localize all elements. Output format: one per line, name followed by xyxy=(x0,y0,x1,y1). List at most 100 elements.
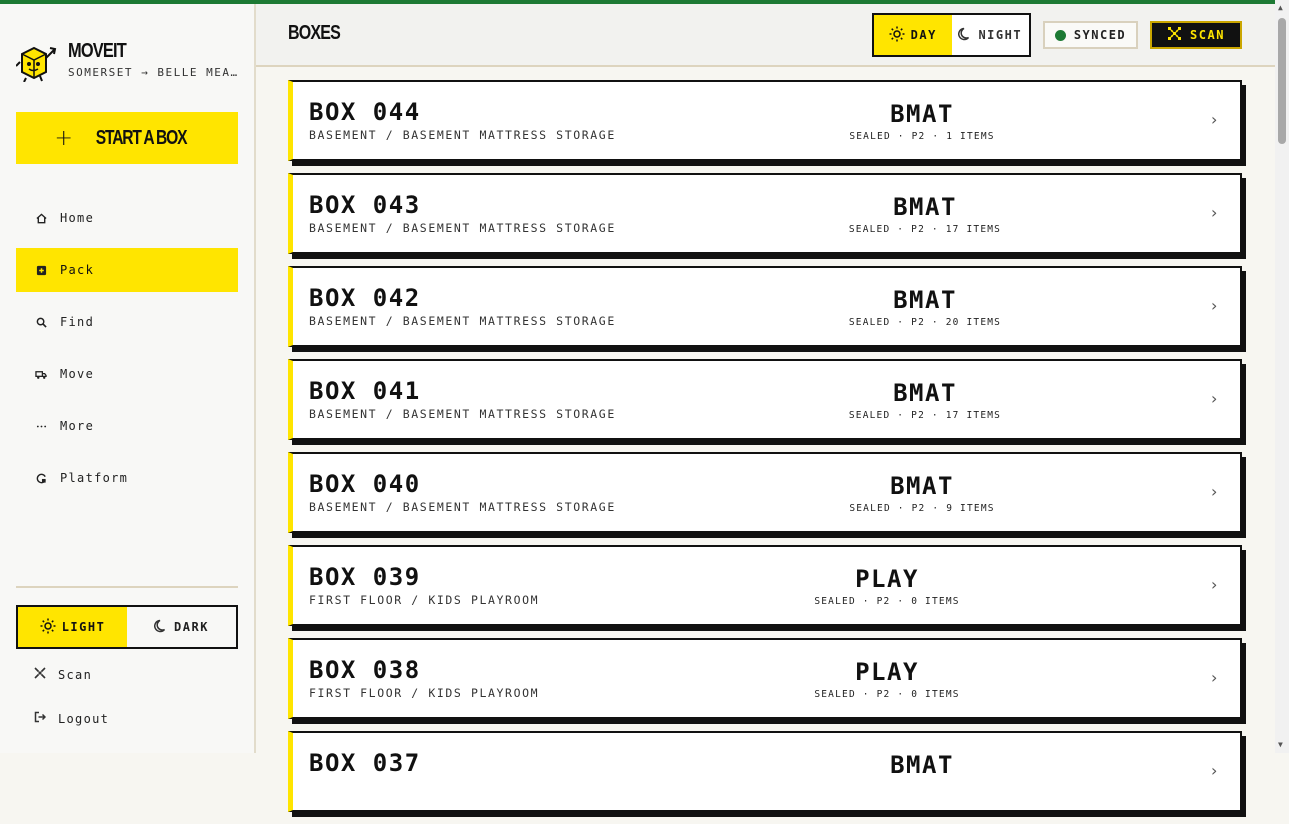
sidebar-item-label: Platform xyxy=(60,471,129,485)
room-code: BMAT xyxy=(890,100,954,128)
sync-status-dot-icon xyxy=(1054,29,1066,41)
night-mode-option[interactable]: NIGHT xyxy=(952,15,1030,55)
box-number: BOX 037 xyxy=(309,749,421,777)
brand[interactable]: MOVEIT SOMERSET → BELLE MEADE xyxy=(16,40,246,86)
box-number: BOX 039 xyxy=(309,563,421,591)
box-card[interactable]: BOX 042 BASEMENT / BASEMENT MATTRESS STO… xyxy=(288,266,1242,347)
room-code: BMAT xyxy=(893,379,957,407)
sidebar-scan-button[interactable]: Scan xyxy=(34,667,92,682)
room-code: BMAT xyxy=(890,472,954,500)
sync-status-badge: SYNCED xyxy=(1043,21,1138,49)
scan-icon xyxy=(1167,26,1182,44)
chevron-right-icon: › xyxy=(1211,575,1218,594)
box-card[interactable]: BOX 037 BMAT › xyxy=(288,731,1242,812)
box-status: SEALED · P2 · 17 ITEMS xyxy=(848,410,1002,421)
sidebar-item-more[interactable]: More xyxy=(16,404,238,448)
app-name: MOVEIT xyxy=(68,40,127,62)
start-box-button[interactable]: + START A BOX xyxy=(16,112,238,164)
dark-theme-label: DARK xyxy=(174,620,209,634)
room-code: PLAY xyxy=(855,565,919,593)
sidebar-scan-label: Scan xyxy=(58,667,93,682)
box-card[interactable]: BOX 043 BASEMENT / BASEMENT MATTRESS STO… xyxy=(288,173,1242,254)
box-number: BOX 041 xyxy=(309,377,421,405)
search-icon xyxy=(34,315,48,329)
sidebar-item-find[interactable]: Find xyxy=(16,300,238,344)
sidebar-nav: Home Pack Find Move More Platform xyxy=(16,196,238,508)
move-route: SOMERSET → BELLE MEADE xyxy=(68,66,238,79)
room-code: BMAT xyxy=(893,286,957,314)
box-location: FIRST FLOOR / KIDS PLAYROOM xyxy=(309,686,540,700)
box-location: BASEMENT / BASEMENT MATTRESS STORAGE xyxy=(309,128,616,142)
sidebar: MOVEIT SOMERSET → BELLE MEADE + START A … xyxy=(0,4,256,753)
box-meta: PLAY SEALED · P2 · 0 ITEMS xyxy=(767,564,1007,607)
box-number: BOX 044 xyxy=(309,98,421,126)
room-code: PLAY xyxy=(855,658,919,686)
sidebar-item-home[interactable]: Home xyxy=(16,196,238,240)
moon-icon xyxy=(154,619,168,636)
sidebar-item-label: Home xyxy=(60,211,95,225)
box-meta: BMAT SEALED · P2 · 9 ITEMS xyxy=(802,471,1042,514)
box-status: SEALED · P2 · 1 ITEMS xyxy=(849,131,995,142)
scan-icon xyxy=(34,667,46,682)
sidebar-item-label: Pack xyxy=(60,263,95,277)
page-header: BOXES DAY NIGHT SYNCED SCAN xyxy=(256,4,1275,67)
light-theme-option[interactable]: LIGHT xyxy=(18,607,127,647)
logout-icon xyxy=(34,711,47,726)
box-status: SEALED · P2 · 9 ITEMS xyxy=(849,503,995,514)
theme-toggle: LIGHT DARK xyxy=(16,605,238,649)
day-mode-label: DAY xyxy=(910,28,937,42)
scroll-down-arrow-icon[interactable]: ▼ xyxy=(1278,740,1283,749)
box-meta: BMAT SEALED · P2 · 17 ITEMS xyxy=(805,192,1045,235)
light-theme-label: LIGHT xyxy=(61,620,106,634)
moon-icon xyxy=(958,27,972,44)
sidebar-item-label: Move xyxy=(60,367,95,381)
logout-label: Logout xyxy=(58,711,110,726)
box-meta: BMAT SEALED · P2 · 20 ITEMS xyxy=(805,285,1045,328)
truck-icon xyxy=(34,367,48,381)
day-mode-option[interactable]: DAY xyxy=(874,15,952,55)
sun-icon xyxy=(889,26,905,45)
plus-square-icon xyxy=(34,263,48,277)
home-icon xyxy=(34,211,48,225)
sidebar-item-pack[interactable]: Pack xyxy=(16,248,238,292)
sidebar-item-platform[interactable]: Platform xyxy=(16,456,238,500)
sidebar-item-move[interactable]: Move xyxy=(16,352,238,396)
chevron-right-icon: › xyxy=(1211,389,1218,408)
box-number: BOX 043 xyxy=(309,191,421,219)
page-scrollbar[interactable]: ▲ ▼ xyxy=(1275,0,1289,753)
box-number: BOX 038 xyxy=(309,656,421,684)
sidebar-divider xyxy=(16,586,238,588)
scrollbar-thumb[interactable] xyxy=(1278,18,1286,144)
chevron-right-icon: › xyxy=(1211,296,1218,315)
logout-button[interactable]: Logout xyxy=(34,711,109,726)
chevron-right-icon: › xyxy=(1211,203,1218,222)
box-card[interactable]: BOX 039 FIRST FLOOR / KIDS PLAYROOM PLAY… xyxy=(288,545,1242,626)
chevron-right-icon: › xyxy=(1211,110,1218,129)
dark-theme-option[interactable]: DARK xyxy=(127,607,236,647)
scan-button[interactable]: SCAN xyxy=(1150,21,1242,49)
box-location: FIRST FLOOR / KIDS PLAYROOM xyxy=(309,593,540,607)
box-location: BASEMENT / BASEMENT MATTRESS STORAGE xyxy=(309,407,616,421)
box-number: BOX 040 xyxy=(309,470,421,498)
night-mode-label: NIGHT xyxy=(978,28,1023,42)
box-meta: BMAT xyxy=(802,750,1042,782)
plus-icon: + xyxy=(54,125,72,151)
sync-status-label: SYNCED xyxy=(1073,28,1127,42)
scroll-up-arrow-icon[interactable]: ▲ xyxy=(1278,3,1283,12)
start-box-label: START A BOX xyxy=(96,126,188,149)
box-card[interactable]: BOX 044 BASEMENT / BASEMENT MATTRESS STO… xyxy=(288,80,1242,161)
room-code: BMAT xyxy=(890,751,954,779)
chevron-right-icon: › xyxy=(1211,482,1218,501)
ellipsis-icon xyxy=(34,419,48,433)
box-location: BASEMENT / BASEMENT MATTRESS STORAGE xyxy=(309,314,616,328)
chevron-right-icon: › xyxy=(1211,761,1218,780)
box-status: SEALED · P2 · 20 ITEMS xyxy=(848,317,1002,328)
box-card[interactable]: BOX 038 FIRST FLOOR / KIDS PLAYROOM PLAY… xyxy=(288,638,1242,719)
scan-label: SCAN xyxy=(1190,28,1225,42)
page-title: BOXES xyxy=(288,22,341,44)
day-night-toggle: DAY NIGHT xyxy=(872,13,1031,57)
box-card[interactable]: BOX 040 BASEMENT / BASEMENT MATTRESS STO… xyxy=(288,452,1242,533)
box-card[interactable]: BOX 041 BASEMENT / BASEMENT MATTRESS STO… xyxy=(288,359,1242,440)
mascot-logo-icon xyxy=(16,46,57,82)
sidebar-item-label: More xyxy=(60,419,95,433)
